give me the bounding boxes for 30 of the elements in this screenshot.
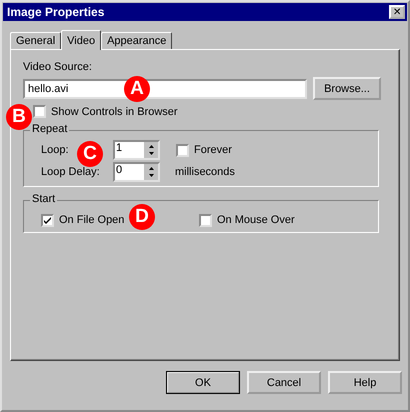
checkbox[interactable] [176, 144, 189, 156]
group-title: Start [30, 193, 58, 205]
callout-marker: B [6, 104, 32, 130]
dialog-button[interactable]: Cancel [247, 371, 321, 394]
check-icon [43, 216, 52, 224]
checkbox-label: On Mouse Over [217, 214, 295, 226]
callout-marker: A [124, 76, 150, 102]
checkbox-label: Forever [194, 144, 232, 156]
checkbox[interactable] [41, 214, 54, 226]
checkbox[interactable] [199, 214, 212, 226]
tab[interactable]: Video [61, 30, 102, 50]
tab[interactable]: General [10, 32, 62, 49]
dialog-button[interactable]: Help [328, 371, 402, 394]
field-label: Loop: [41, 144, 69, 156]
field-label: Loop Delay: [41, 166, 100, 178]
field-label: Video Source: [23, 61, 93, 75]
dialog-button[interactable]: OK [166, 371, 240, 394]
spin-field[interactable]: 0 [113, 162, 160, 182]
checkbox[interactable] [33, 105, 46, 118]
close-button[interactable]: ✕ [389, 5, 405, 19]
checkbox-label: On File Open [59, 214, 124, 226]
spin-field[interactable]: 1 [113, 140, 160, 160]
tab[interactable]: Appearance [101, 32, 172, 49]
unit-label: milliseconds [175, 166, 235, 178]
callout-marker: D [129, 204, 155, 230]
window-title: Image Properties [7, 5, 104, 19]
checkbox-label: Show Controls in Browser [51, 106, 178, 118]
group-title: Repeat [30, 123, 70, 135]
callout-marker: C [77, 141, 103, 167]
browse-button[interactable]: Browse... [313, 77, 381, 100]
